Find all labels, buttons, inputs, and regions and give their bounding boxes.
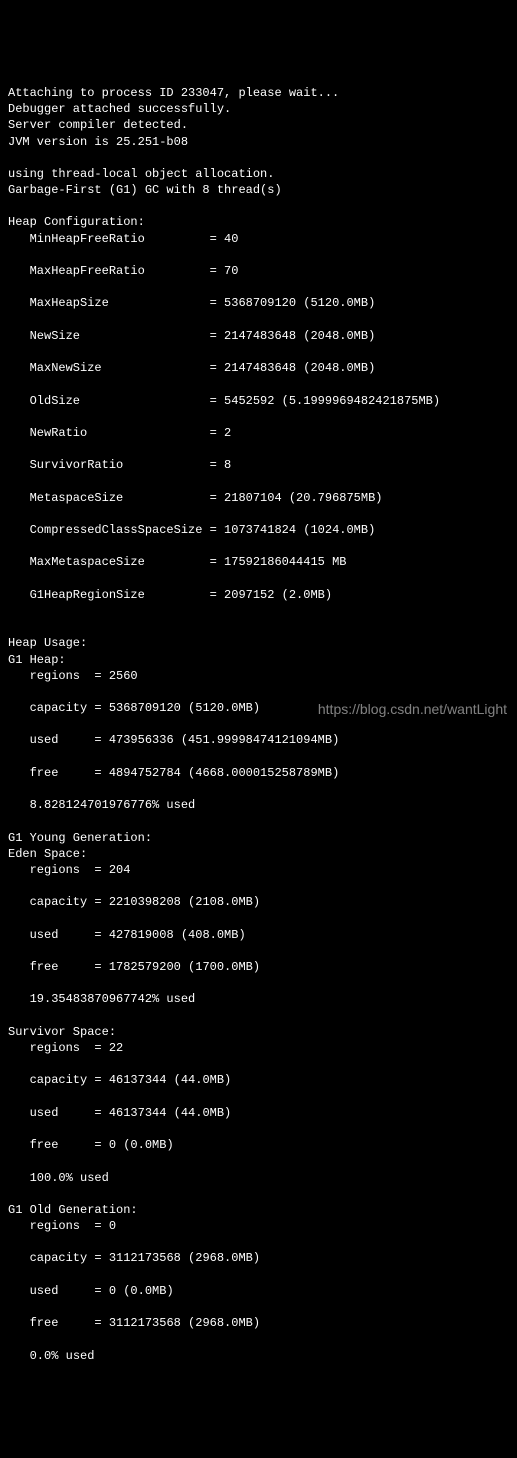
usage-row: capacity = 46137344 (44.0MB) [8, 1072, 509, 1088]
usage-val: 2210398208 (2108.0MB) [109, 895, 260, 909]
usage-row: capacity = 3112173568 (2968.0MB) [8, 1250, 509, 1266]
pct-val: 0.0% used [30, 1349, 95, 1363]
usage-row: used = 0 (0.0MB) [8, 1283, 509, 1299]
cfg-val: 2 [224, 426, 231, 440]
cfg-val: 40 [224, 232, 238, 246]
cfg-row: OldSize = 5452592 (5.1999969482421875MB) [8, 393, 509, 409]
compiler-line: Server compiler detected. [8, 118, 188, 132]
g1-young-title: G1 Young Generation: [8, 831, 152, 845]
cfg-val: 1073741824 (1024.0MB) [224, 523, 375, 537]
cfg-row: NewSize = 2147483648 (2048.0MB) [8, 328, 509, 344]
watermark-text: https://blog.csdn.net/wantLight [318, 700, 507, 719]
cfg-val: 2147483648 (2048.0MB) [224, 329, 375, 343]
usage-row: used = 473956336 (451.99998474121094MB) [8, 732, 509, 748]
usage-pct: 0.0% used [8, 1348, 509, 1364]
pct-val: 100.0% used [30, 1171, 109, 1185]
usage-val: 0 [109, 1219, 116, 1233]
heap-config-title: Heap Configuration: [8, 215, 145, 229]
eden-title: Eden Space: [8, 847, 87, 861]
cfg-val: 2147483648 (2048.0MB) [224, 361, 375, 375]
pct-val: 19.35483870967742% used [30, 992, 196, 1006]
pct-val: 8.828124701976776% used [30, 798, 196, 812]
usage-row: regions = 204 [8, 862, 509, 878]
usage-val: 3112173568 (2968.0MB) [109, 1251, 260, 1265]
survivor-title: Survivor Space: [8, 1025, 116, 1039]
jvm-line: JVM version is 25.251-b08 [8, 135, 188, 149]
usage-val: 427819008 (408.0MB) [109, 928, 246, 942]
cfg-val: 5368709120 (5120.0MB) [224, 296, 375, 310]
usage-val: 0 (0.0MB) [109, 1138, 174, 1152]
g1-heap-title: G1 Heap: [8, 653, 66, 667]
usage-pct: 8.828124701976776% used [8, 797, 509, 813]
attach-line: Attaching to process ID 233047, please w… [8, 86, 339, 100]
cfg-row: MaxMetaspaceSize = 17592186044415 MB [8, 554, 509, 570]
usage-val: 46137344 (44.0MB) [109, 1073, 231, 1087]
usage-val: 3112173568 (2968.0MB) [109, 1316, 260, 1330]
cfg-row: MinHeapFreeRatio = 40 [8, 231, 509, 247]
usage-val: 0 (0.0MB) [109, 1284, 174, 1298]
usage-pct: 100.0% used [8, 1170, 509, 1186]
cfg-val: 2097152 (2.0MB) [224, 588, 332, 602]
cfg-row: CompressedClassSpaceSize = 1073741824 (1… [8, 522, 509, 538]
gc-line: Garbage-First (G1) GC with 8 thread(s) [8, 183, 282, 197]
usage-row: used = 427819008 (408.0MB) [8, 927, 509, 943]
usage-val: 2560 [109, 669, 138, 683]
heap-usage-title: Heap Usage: [8, 636, 87, 650]
usage-val: 5368709120 (5120.0MB) [109, 701, 260, 715]
attached-line: Debugger attached successfully. [8, 102, 231, 116]
usage-row: regions = 2560 [8, 668, 509, 684]
alloc-line: using thread-local object allocation. [8, 167, 274, 181]
usage-row: free = 4894752784 (4668.000015258789MB) [8, 765, 509, 781]
usage-row: free = 0 (0.0MB) [8, 1137, 509, 1153]
usage-val: 204 [109, 863, 131, 877]
usage-val: 46137344 (44.0MB) [109, 1106, 231, 1120]
cfg-row: NewRatio = 2 [8, 425, 509, 441]
usage-row: used = 46137344 (44.0MB) [8, 1105, 509, 1121]
g1-old-title: G1 Old Generation: [8, 1203, 138, 1217]
cfg-row: G1HeapRegionSize = 2097152 (2.0MB) [8, 587, 509, 603]
usage-val: 4894752784 (4668.000015258789MB) [109, 766, 339, 780]
cfg-row: MaxNewSize = 2147483648 (2048.0MB) [8, 360, 509, 376]
cfg-row: MaxHeapFreeRatio = 70 [8, 263, 509, 279]
cfg-row: MaxHeapSize = 5368709120 (5120.0MB) [8, 295, 509, 311]
usage-row: capacity = 2210398208 (2108.0MB) [8, 894, 509, 910]
cfg-val: 21807104 (20.796875MB) [224, 491, 382, 505]
usage-pct: 19.35483870967742% used [8, 991, 509, 1007]
cfg-val: 17592186044415 MB [224, 555, 346, 569]
usage-val: 473956336 (451.99998474121094MB) [109, 733, 339, 747]
cfg-val: 70 [224, 264, 238, 278]
usage-row: regions = 0 [8, 1218, 509, 1234]
usage-row: free = 1782579200 (1700.0MB) [8, 959, 509, 975]
cfg-row: MetaspaceSize = 21807104 (20.796875MB) [8, 490, 509, 506]
usage-val: 1782579200 (1700.0MB) [109, 960, 260, 974]
usage-row: free = 3112173568 (2968.0MB) [8, 1315, 509, 1331]
usage-val: 22 [109, 1041, 123, 1055]
terminal-output: Attaching to process ID 233047, please w… [8, 69, 509, 1380]
usage-row: regions = 22 [8, 1040, 509, 1056]
cfg-val: 5452592 (5.1999969482421875MB) [224, 394, 440, 408]
cfg-val: 8 [224, 458, 231, 472]
cfg-row: SurvivorRatio = 8 [8, 457, 509, 473]
